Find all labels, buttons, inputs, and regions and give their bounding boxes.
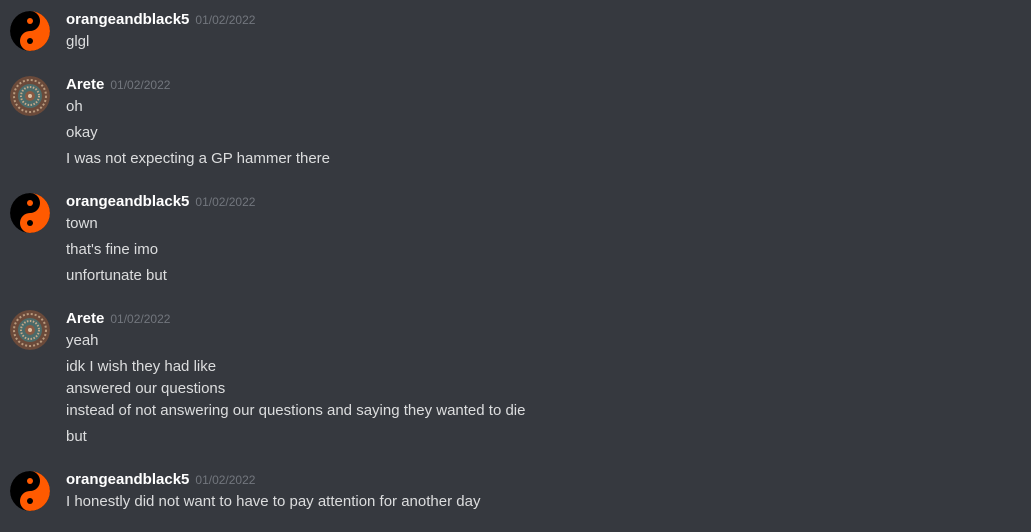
yin-yang-icon: [10, 193, 50, 233]
timestamp[interactable]: 01/02/2022: [110, 78, 170, 92]
avatar[interactable]: [10, 76, 50, 116]
username[interactable]: orangeandblack5: [66, 471, 189, 488]
yin-yang-icon: [10, 11, 50, 51]
message-group: Arete 01/02/2022 oh okay I was not expect…: [0, 74, 1031, 174]
message-text: I was not expecting a GP hammer there: [66, 150, 331, 167]
mandala-icon: [10, 76, 50, 116]
timestamp[interactable]: 01/02/2022: [195, 195, 255, 209]
message-text: oh: [66, 98, 83, 115]
message-header: Arete 01/02/2022: [66, 308, 170, 330]
message-text: glgl: [66, 33, 90, 50]
timestamp[interactable]: 01/02/2022: [195, 473, 255, 487]
mandala-icon: [10, 310, 50, 350]
message-text: that's fine imo: [66, 241, 159, 258]
message-text: answered our questions: [66, 380, 226, 397]
message-text: idk I wish they had like: [66, 358, 217, 375]
message-text: instead of not answering our questions a…: [66, 402, 526, 419]
username[interactable]: Arete: [66, 310, 104, 327]
message-text: town: [66, 215, 98, 232]
username[interactable]: orangeandblack5: [66, 193, 189, 210]
message-group: orangeandblack5 01/02/2022 town that's fi…: [0, 191, 1031, 291]
message-text: but: [66, 428, 87, 445]
avatar[interactable]: [10, 471, 50, 511]
avatar[interactable]: [10, 310, 50, 350]
message-text: unfortunate but: [66, 267, 167, 284]
message-header: orangeandblack5 01/02/2022: [66, 469, 255, 491]
message-text: okay: [66, 124, 98, 141]
message-text: I honestly did not want to have to pay a…: [66, 493, 481, 510]
message-header: Arete 01/02/2022: [66, 74, 170, 96]
message-header: orangeandblack5 01/02/2022: [66, 191, 255, 213]
timestamp[interactable]: 01/02/2022: [110, 312, 170, 326]
username[interactable]: orangeandblack5: [66, 11, 189, 28]
yin-yang-icon: [10, 471, 50, 511]
message-group: orangeandblack5 01/02/2022 I honestly did…: [0, 469, 1031, 515]
message-text: yeah: [66, 332, 99, 349]
message-group: orangeandblack5 01/02/2022 glgl: [0, 9, 1031, 55]
avatar[interactable]: [10, 11, 50, 51]
timestamp[interactable]: 01/02/2022: [195, 13, 255, 27]
username[interactable]: Arete: [66, 76, 104, 93]
message-header: orangeandblack5 01/02/2022: [66, 9, 255, 31]
avatar[interactable]: [10, 193, 50, 233]
message-group: Arete 01/02/2022 yeah idk I wish they had…: [0, 308, 1031, 448]
